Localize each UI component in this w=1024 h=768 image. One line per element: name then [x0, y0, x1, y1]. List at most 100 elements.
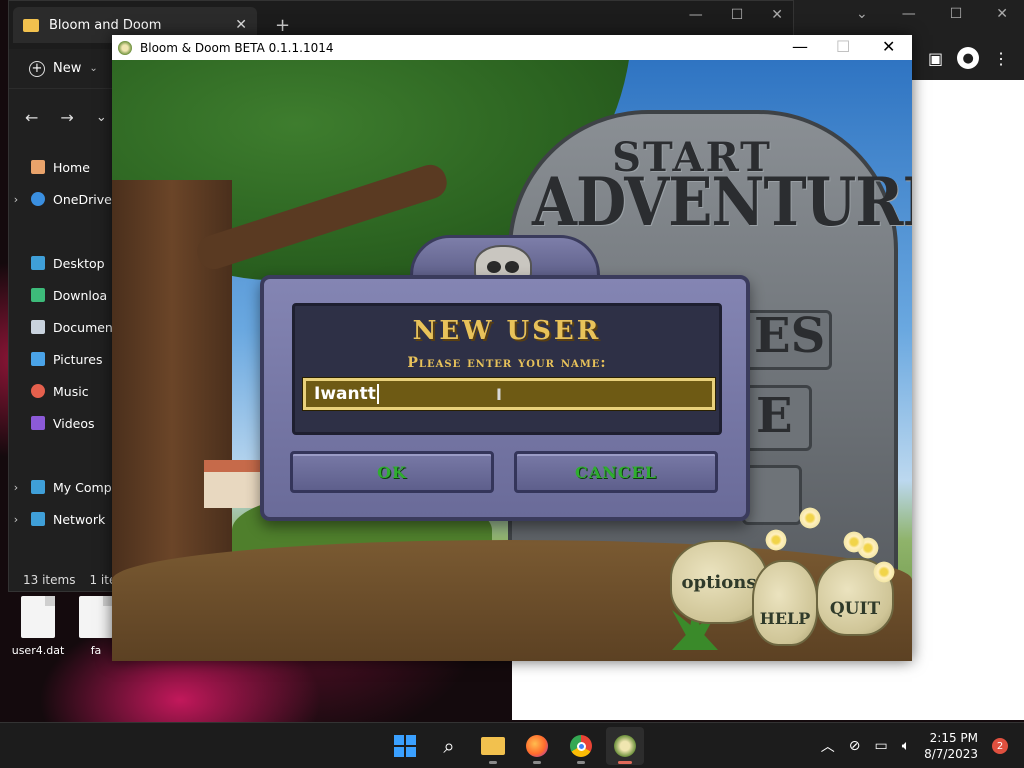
new-button[interactable]: New	[53, 61, 81, 76]
sidebar-item-onedrive[interactable]: › OneDrive	[9, 183, 119, 215]
chevron-down-icon: ⌄	[89, 63, 98, 74]
maximize-button[interactable]: ☐	[731, 7, 744, 23]
menu-dots-icon[interactable]: ⋮	[993, 49, 1009, 68]
search-button[interactable]: ⌕	[430, 727, 468, 765]
game-title-bar: Bloom & Doom BETA 0.1.1.1014 — ☐ ✕	[112, 35, 912, 60]
start-adventure-sign[interactable]: START ADVENTURE	[532, 138, 912, 236]
chevron-down-icon[interactable]: ⌄	[96, 110, 107, 125]
no-network-icon[interactable]: ⊘	[849, 738, 861, 754]
flower-app-icon	[118, 40, 132, 55]
flower-app-icon	[614, 735, 636, 757]
close-button[interactable]: ✕	[771, 7, 783, 23]
explorer-tab-title: Bloom and Doom	[49, 17, 162, 33]
profile-icon[interactable]: ●	[957, 47, 980, 69]
browser-toolbar: ▣ ● ⋮	[912, 36, 1024, 80]
sidebar-divider	[9, 215, 119, 247]
music-icon	[31, 384, 45, 398]
chevron-right-icon[interactable]: ›	[9, 481, 23, 494]
game-window[interactable]: Bloom & Doom BETA 0.1.1.1014 — ☐ ✕ START…	[112, 35, 912, 661]
cancel-label: CANCEL	[575, 462, 657, 482]
dialog-prompt: Please enter your name:	[407, 355, 607, 371]
close-tab-icon[interactable]: ✕	[235, 17, 247, 33]
cancel-button[interactable]: CANCEL	[514, 451, 718, 493]
sidebar-item-my-computer[interactable]: › My Comp	[9, 471, 119, 503]
sidebar-item-label: Network	[53, 511, 106, 527]
new-user-dialog: NEW USER Please enter your name: Iwantt …	[260, 235, 750, 521]
adventure-line: ADVENTURE	[532, 162, 912, 242]
file-icon	[21, 596, 55, 638]
flower-icon	[798, 506, 822, 530]
cloud-icon	[31, 192, 45, 206]
sidebar-item-label: My Comp	[53, 479, 112, 495]
file-explorer-taskbar-button[interactable]	[474, 727, 512, 765]
sidebar-item-videos[interactable]: Videos	[9, 407, 119, 439]
flower-icon	[872, 560, 896, 584]
home-icon	[31, 160, 45, 174]
sidebar-item-home[interactable]: Home	[9, 151, 119, 183]
explorer-window-controls: — ☐ ✕	[689, 7, 783, 23]
start-button[interactable]	[386, 727, 424, 765]
sidebar-item-documents[interactable]: Documen	[9, 311, 119, 343]
sidebar-item-label: Home	[53, 159, 90, 175]
folder-icon	[23, 18, 39, 32]
sidebar-item-network[interactable]: › Network	[9, 503, 119, 535]
sidebar-item-music[interactable]: Music	[9, 375, 119, 407]
chevron-right-icon[interactable]: ›	[9, 193, 23, 206]
maximize-button: ☐	[836, 37, 851, 56]
clock[interactable]: 2:15 PM 8/7/2023	[924, 730, 978, 762]
document-icon	[31, 320, 45, 334]
desktop-file-icon[interactable]: fa	[76, 596, 116, 657]
sidebar-item-downloads[interactable]: Downloa	[9, 279, 119, 311]
ok-button[interactable]: OK	[290, 451, 494, 493]
notification-badge[interactable]: 2	[992, 738, 1008, 754]
chrome-taskbar-button[interactable]	[562, 727, 600, 765]
display-icon[interactable]: ▭	[874, 738, 887, 754]
sidebar-item-label: Desktop	[53, 255, 105, 271]
video-icon	[31, 416, 45, 430]
minimize-button[interactable]: —	[792, 37, 808, 56]
chevron-right-icon[interactable]: ›	[9, 513, 23, 526]
forward-arrow-icon[interactable]: →	[60, 108, 73, 127]
windows-logo-icon	[394, 735, 416, 757]
sidebar-item-label: OneDrive	[53, 191, 112, 207]
help-label: HELP	[759, 608, 811, 628]
sidebar-item-desktop[interactable]: Desktop	[9, 247, 119, 279]
close-button[interactable]: ✕	[996, 6, 1008, 22]
firefox-taskbar-button[interactable]	[518, 727, 556, 765]
dialog-title: NEW USER	[412, 316, 602, 346]
ok-label: OK	[377, 462, 407, 482]
item-count: 13 items	[23, 573, 76, 587]
dialog-panel: NEW USER Please enter your name: Iwantt …	[292, 303, 722, 435]
minimize-button[interactable]: —	[689, 7, 703, 23]
clock-time: 2:15 PM	[929, 731, 978, 745]
minimize-button[interactable]: —	[902, 6, 916, 22]
plus-icon: +	[29, 60, 45, 77]
desktop-file-icon[interactable]: user4.dat	[6, 596, 70, 657]
dialog-frame: NEW USER Please enter your name: Iwantt …	[260, 275, 750, 521]
quit-label: QUIT	[829, 599, 881, 619]
flower-icon	[764, 528, 788, 552]
slab-text: E	[756, 388, 793, 444]
sidebar-item-label: Music	[53, 383, 89, 399]
sidebar-toggle-icon[interactable]: ▣	[928, 49, 943, 68]
chevron-up-icon[interactable]: ︿	[821, 736, 835, 756]
maximize-button[interactable]: ☐	[950, 6, 963, 22]
name-input[interactable]: Iwantt I	[302, 377, 716, 411]
sidebar-item-label: Videos	[53, 415, 95, 431]
game-taskbar-button[interactable]	[606, 727, 644, 765]
running-indicator	[489, 761, 497, 764]
desktop-icon	[31, 256, 45, 270]
game-scene: START ADVENTURE ES E options HELP QUIT N…	[112, 60, 912, 661]
browser-title-bar: ⌄ — ☐ ✕	[794, 0, 1024, 36]
help-sack[interactable]: HELP	[752, 560, 818, 646]
volume-icon[interactable]: 🔈︎	[902, 738, 910, 754]
picture-icon	[31, 352, 45, 366]
chrome-icon	[570, 735, 592, 757]
chevron-down-icon[interactable]: ⌄	[856, 6, 868, 22]
back-arrow-icon[interactable]: ←	[25, 108, 38, 127]
sidebar-item-pictures[interactable]: Pictures	[9, 343, 119, 375]
running-indicator	[533, 761, 541, 764]
close-button[interactable]: ✕	[882, 37, 895, 56]
tombstone-slab[interactable]	[742, 465, 802, 525]
new-tab-button[interactable]: +	[275, 15, 290, 36]
